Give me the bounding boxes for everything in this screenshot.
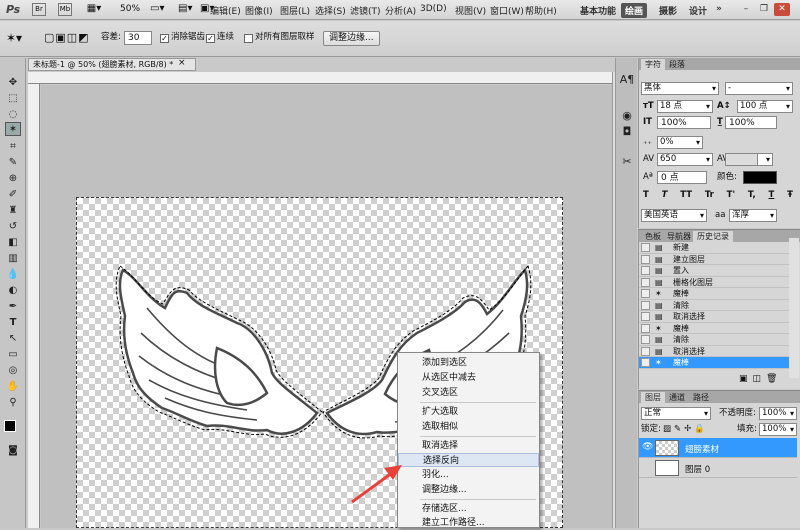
small-caps-button[interactable]: Tr	[705, 190, 714, 202]
history-step-icon: ▤	[655, 254, 663, 264]
kerning-dropdown[interactable]	[757, 153, 773, 166]
tab-paragraph[interactable]: 段落	[665, 59, 689, 70]
font-style-select[interactable]: -	[725, 82, 793, 95]
layer-row-selected[interactable]: 👁 翅膀素材	[639, 438, 797, 458]
character-panel-icon[interactable]: A¶	[619, 72, 635, 88]
history-item[interactable]: ▤ 清除	[639, 334, 789, 346]
magic-wand-step-icon: ✶	[655, 323, 662, 333]
underline-button[interactable]: T	[769, 190, 775, 202]
fill-label: 填充:	[737, 424, 757, 434]
tool-presets-icon[interactable]: ◉	[619, 108, 635, 124]
baseline-shift-input[interactable]: 0 点	[657, 171, 707, 184]
history-item[interactable]: ▤ 置入	[639, 265, 789, 277]
antialias-select[interactable]: 浑厚	[729, 209, 777, 222]
history-item[interactable]: ✶ 魔棒	[639, 323, 789, 334]
history-step-icon: ▤	[655, 335, 663, 344]
opacity-select[interactable]: 100%	[759, 407, 797, 420]
opacity-label: 不透明度:	[719, 408, 756, 418]
font-size-select[interactable]: 18 点	[657, 100, 713, 113]
magic-wand-step-icon: ✶	[655, 289, 662, 298]
layer-row[interactable]: 图层 0	[639, 458, 797, 478]
layer-thumbnail	[655, 440, 679, 456]
history-item[interactable]: ▤ 取消选择	[639, 346, 789, 357]
horizontal-scale-input[interactable]: 100%	[725, 116, 777, 129]
tracking-pct-icon: ₊₊	[643, 137, 652, 147]
history-step-icon: ▤	[655, 243, 663, 252]
color-label: 颜色:	[717, 172, 737, 182]
tracking-pct-select[interactable]: 0%	[657, 136, 703, 149]
lock-label: 锁定:	[641, 424, 661, 434]
language-select[interactable]: 美国英语	[641, 209, 707, 222]
history-step-icon: ▤	[655, 312, 663, 321]
tab-paths[interactable]: 路径	[689, 392, 713, 403]
eye-icon[interactable]: 👁	[642, 442, 653, 452]
history-item-selected[interactable]: ✶ 魔棒	[639, 357, 789, 369]
history-step-icon: ▤	[655, 277, 663, 287]
faux-bold-button[interactable]: T	[643, 190, 649, 202]
tab-navigator[interactable]: 导航器	[663, 231, 695, 242]
antialias-icon: aa	[715, 210, 726, 220]
history-panel: 色板 导航器 历史记录 ▤ 新建 ▤ 建立图层 ▤ 置入 ▤ 栅格化图层 ✶ 魔棒 ▤ 清除…	[638, 229, 800, 389]
history-item[interactable]: ▤ 栅格化图层	[639, 277, 789, 288]
history-item[interactable]: ▤ 建立图层	[639, 254, 789, 265]
layer-name: 图层 0	[685, 465, 711, 475]
layer-name: 翅膀素材	[685, 445, 720, 455]
history-step-icon: ▤	[655, 346, 663, 356]
tab-history[interactable]: 历史记录	[693, 231, 733, 242]
clone-source-icon[interactable]: ◘	[619, 124, 635, 140]
history-item[interactable]: ▤ 新建	[639, 242, 789, 254]
tab-layers[interactable]: 图层	[641, 392, 665, 403]
character-panel: 字符 段落 黑体 - ᴛT 18 点 A↕ 100 点 IT 100% T̲ 1…	[638, 58, 800, 228]
panel-icon-strip: A¶ ◉ ◘ ✂	[615, 58, 637, 528]
history-footer-icons[interactable]: ▣◫🗑	[739, 374, 782, 384]
vertical-scale-input[interactable]: 100%	[657, 116, 711, 129]
layer-thumbnail	[655, 460, 679, 476]
leading-icon: A↕	[717, 101, 731, 111]
character-panel-tabs: 字符 段落	[639, 58, 800, 70]
tab-character[interactable]: 字符	[641, 59, 665, 70]
strikethrough-button[interactable]: Ŧ	[787, 190, 793, 202]
font-family-select[interactable]: 黑体	[641, 82, 719, 95]
magic-wand-step-icon: ✶	[655, 358, 662, 367]
font-size-icon: ᴛT	[643, 101, 654, 111]
layers-panel: 图层 通道 路径 正常 不透明度: 100% 锁定: ▨✎✢🔒 填充: 100%…	[638, 390, 800, 528]
layers-panel-tabs: 图层 通道 路径	[639, 391, 800, 403]
history-step-icon: ▤	[655, 266, 663, 275]
text-style-buttons: T T TT Tr T' T, T Ŧ	[643, 190, 793, 202]
tracking-icon: AV	[643, 154, 655, 164]
history-scrollbar[interactable]	[789, 238, 799, 378]
brush-presets-icon[interactable]: ✂	[619, 154, 635, 170]
history-item[interactable]: ▤ 清除	[639, 300, 789, 311]
history-item[interactable]: ▤ 取消选择	[639, 311, 789, 323]
tracking-select[interactable]: 650	[657, 153, 713, 166]
history-step-icon: ▤	[655, 300, 663, 310]
superscript-button[interactable]: T'	[727, 190, 735, 202]
vertical-scale-icon: IT	[643, 117, 652, 127]
horizontal-scale-icon: T̲	[717, 117, 723, 127]
text-color-swatch[interactable]	[743, 171, 777, 184]
tab-swatches[interactable]: 色板	[641, 231, 665, 242]
leading-select[interactable]: 100 点	[737, 100, 793, 113]
faux-italic-button[interactable]: T	[662, 190, 668, 202]
subscript-button[interactable]: T,	[748, 190, 756, 202]
blend-mode-select[interactable]: 正常	[641, 407, 711, 420]
fill-select[interactable]: 100%	[759, 423, 797, 436]
history-item[interactable]: ✶ 魔棒	[639, 288, 789, 300]
tab-channels[interactable]: 通道	[665, 392, 689, 403]
lock-icons[interactable]: ▨✎✢🔒	[663, 423, 708, 436]
history-panel-tabs: 色板 导航器 历史记录	[639, 230, 800, 242]
baseline-shift-icon: Aª	[643, 172, 653, 182]
all-caps-button[interactable]: TT	[680, 190, 692, 202]
